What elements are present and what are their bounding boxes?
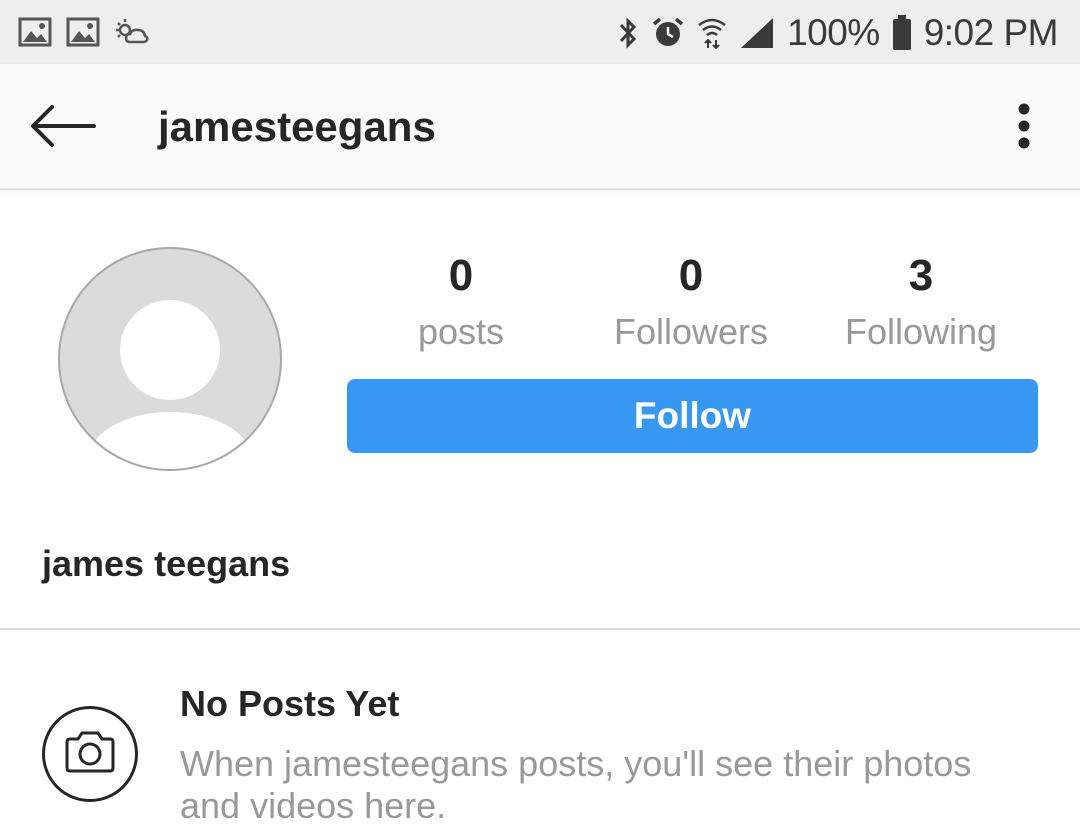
followers-count: 0: [678, 251, 704, 300]
battery-icon: [892, 15, 912, 51]
empty-state-camera: [42, 706, 138, 802]
gallery-icon: [66, 17, 100, 47]
weather-icon: [114, 17, 150, 47]
posts-label: posts: [417, 311, 505, 352]
divider: [0, 628, 1080, 630]
stat-followers[interactable]: 0 Followers: [576, 250, 806, 356]
stat-posts[interactable]: 0 posts: [346, 250, 576, 356]
posts-count: 0: [448, 251, 474, 300]
follow-button[interactable]: Follow: [347, 379, 1038, 453]
stat-following[interactable]: 3 Following: [806, 250, 1036, 356]
back-arrow-icon: [30, 104, 96, 153]
status-bar-left: [18, 14, 150, 50]
following-count: 3: [908, 251, 934, 300]
empty-state-description: When jamesteegans posts, you'll see thei…: [180, 743, 972, 826]
clock: 9:02 PM: [923, 12, 1059, 53]
followers-label: Followers: [613, 311, 769, 352]
status-bar: 100% 9:02 PM: [0, 0, 1080, 64]
battery-percent: 100%: [787, 12, 880, 53]
signal-icon: [739, 16, 775, 50]
following-label: Following: [844, 311, 998, 352]
wifi-icon: [697, 16, 727, 50]
options-menu-button[interactable]: [994, 98, 1054, 158]
gallery-icon: [18, 17, 52, 47]
status-bar-right: 100% 9:02 PM: [617, 8, 1059, 58]
camera-icon: [63, 730, 117, 779]
more-vertical-icon: [1017, 103, 1031, 154]
empty-state-title: No Posts Yet: [180, 683, 400, 724]
full-name: james teegans: [42, 543, 291, 584]
default-avatar-icon: [57, 247, 283, 476]
username-title: jamesteegans: [158, 103, 436, 150]
back-button[interactable]: [28, 98, 98, 158]
profile-header: jamesteegans: [0, 64, 1080, 190]
avatar[interactable]: [57, 246, 283, 472]
bluetooth-icon: [617, 15, 639, 51]
alarm-icon: [651, 16, 685, 50]
